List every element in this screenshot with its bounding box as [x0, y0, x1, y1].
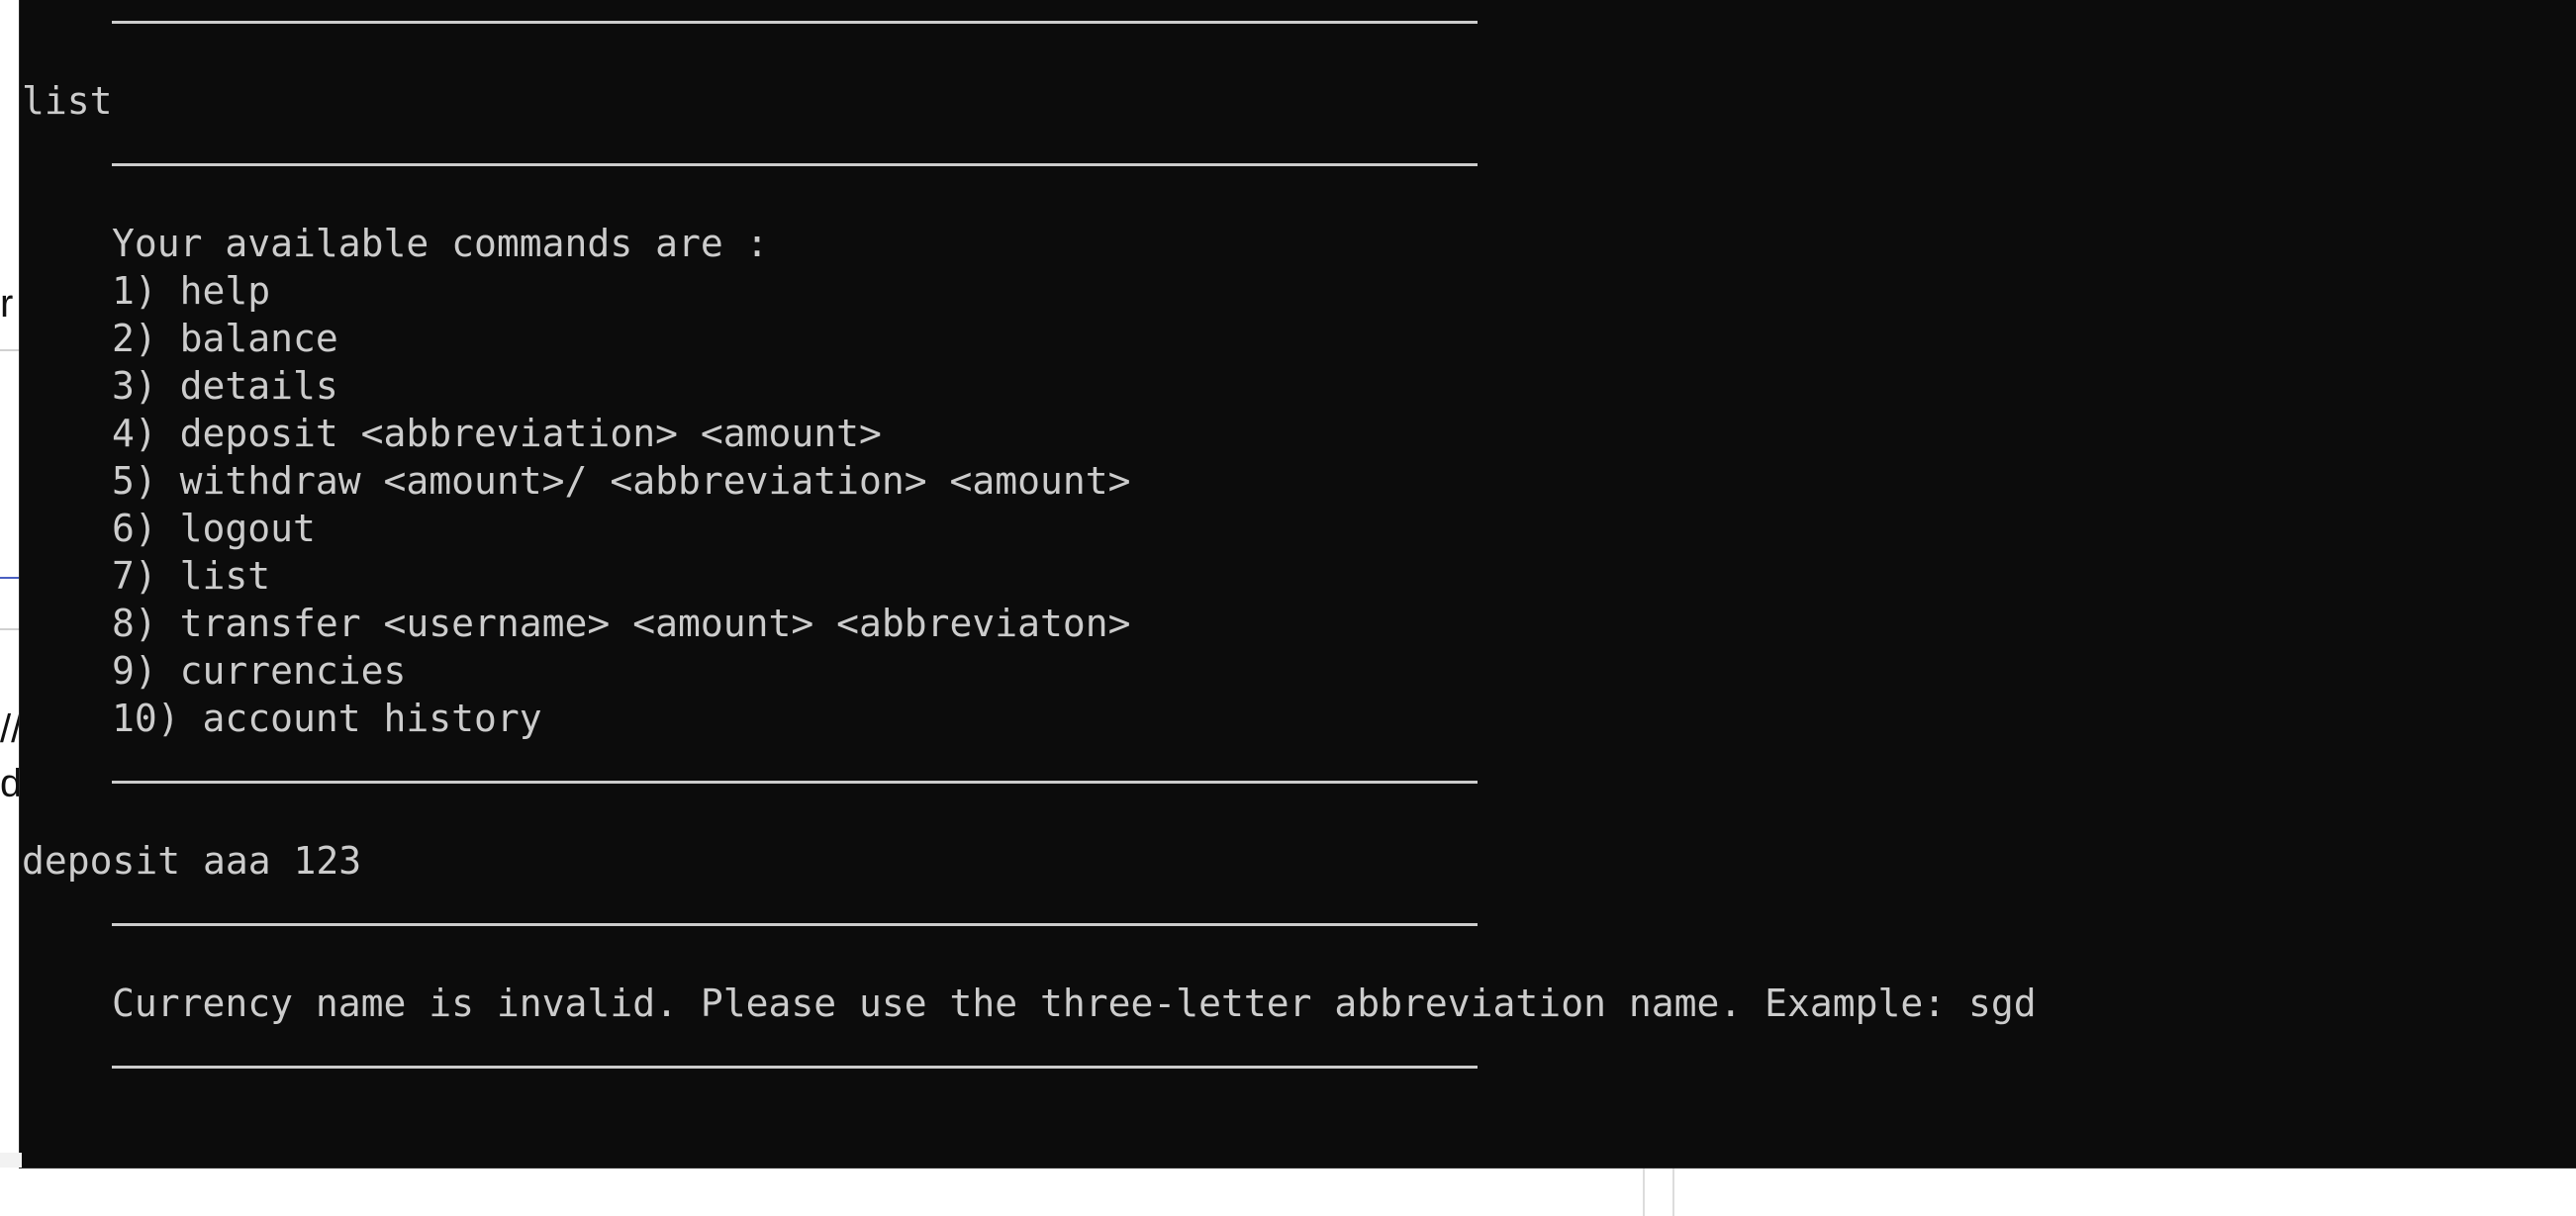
command-list-item: 3) details	[112, 364, 338, 408]
command-list-item: 2) balance	[112, 317, 338, 360]
command-list-item: 8) transfer <username> <amount> <abbrevi…	[112, 602, 1131, 645]
separator-line	[112, 163, 1478, 166]
help-heading: Your available commands are :	[112, 222, 769, 265]
command-list-item: 1) help	[112, 269, 271, 313]
separator-line	[112, 781, 1478, 784]
separator-line	[112, 923, 1478, 926]
command-list-item: 4) deposit <abbreviation> <amount>	[112, 412, 882, 455]
command-list-item: 6) logout	[112, 507, 316, 550]
background-column-rule	[1672, 1168, 1674, 1216]
background-text-fragment: d	[0, 762, 23, 805]
console-cursor	[0, 1153, 22, 1168]
command-list-item: 9) currencies	[112, 649, 407, 693]
background-divider	[0, 349, 20, 351]
background-link-underline	[0, 577, 20, 579]
console-input-line: list	[22, 79, 113, 123]
error-message: Currency name is invalid. Please use the…	[112, 982, 2037, 1025]
command-list-item: 7) list	[112, 554, 271, 598]
background-text-fragment: r	[0, 282, 14, 326]
separator-line	[112, 1066, 1478, 1069]
console-input-line: deposit aaa 123	[22, 839, 362, 883]
command-list-item: 5) withdraw <amount>/ <abbreviation> <am…	[112, 459, 1131, 503]
separator-line	[112, 21, 1478, 24]
background-text-fragment: //	[0, 707, 23, 751]
console-window[interactable]: list Your available commands are : 1) he…	[20, 0, 2576, 1168]
background-column-rule	[1643, 1168, 1645, 1216]
desktop: r // d list Your available commands are …	[0, 0, 2576, 1216]
background-divider	[0, 628, 20, 630]
command-list-item: 10) account history	[112, 697, 542, 740]
console-output: list Your available commands are : 1) he…	[20, 0, 2576, 1168]
